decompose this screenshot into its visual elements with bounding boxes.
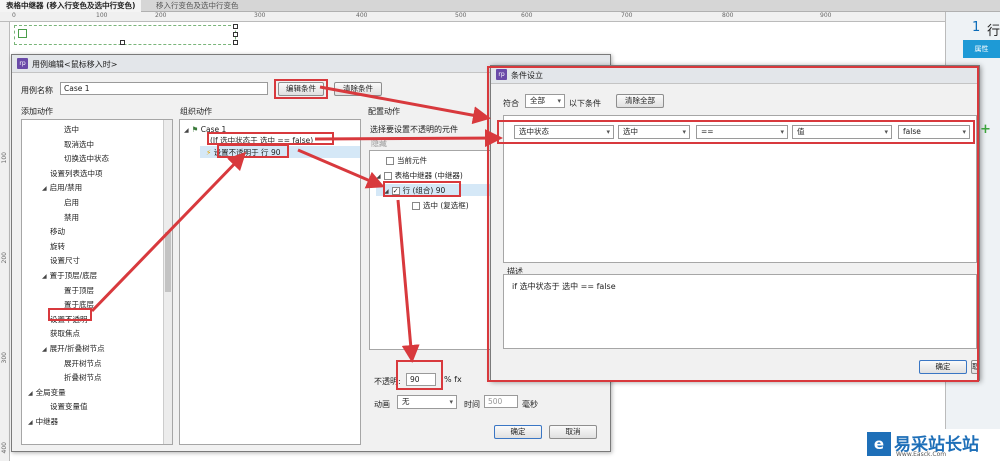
site-logo-icon: e <box>867 432 891 456</box>
watermark: e 易采站长站 Www.Easck.Com <box>864 429 1000 461</box>
annotation-arrows <box>90 85 503 363</box>
watermark-url: Www.Easck.Com <box>896 451 947 458</box>
arrow <box>297 148 385 189</box>
arrow <box>319 85 491 125</box>
arrow <box>314 129 503 148</box>
arrow <box>396 199 420 363</box>
arrow <box>90 151 247 313</box>
